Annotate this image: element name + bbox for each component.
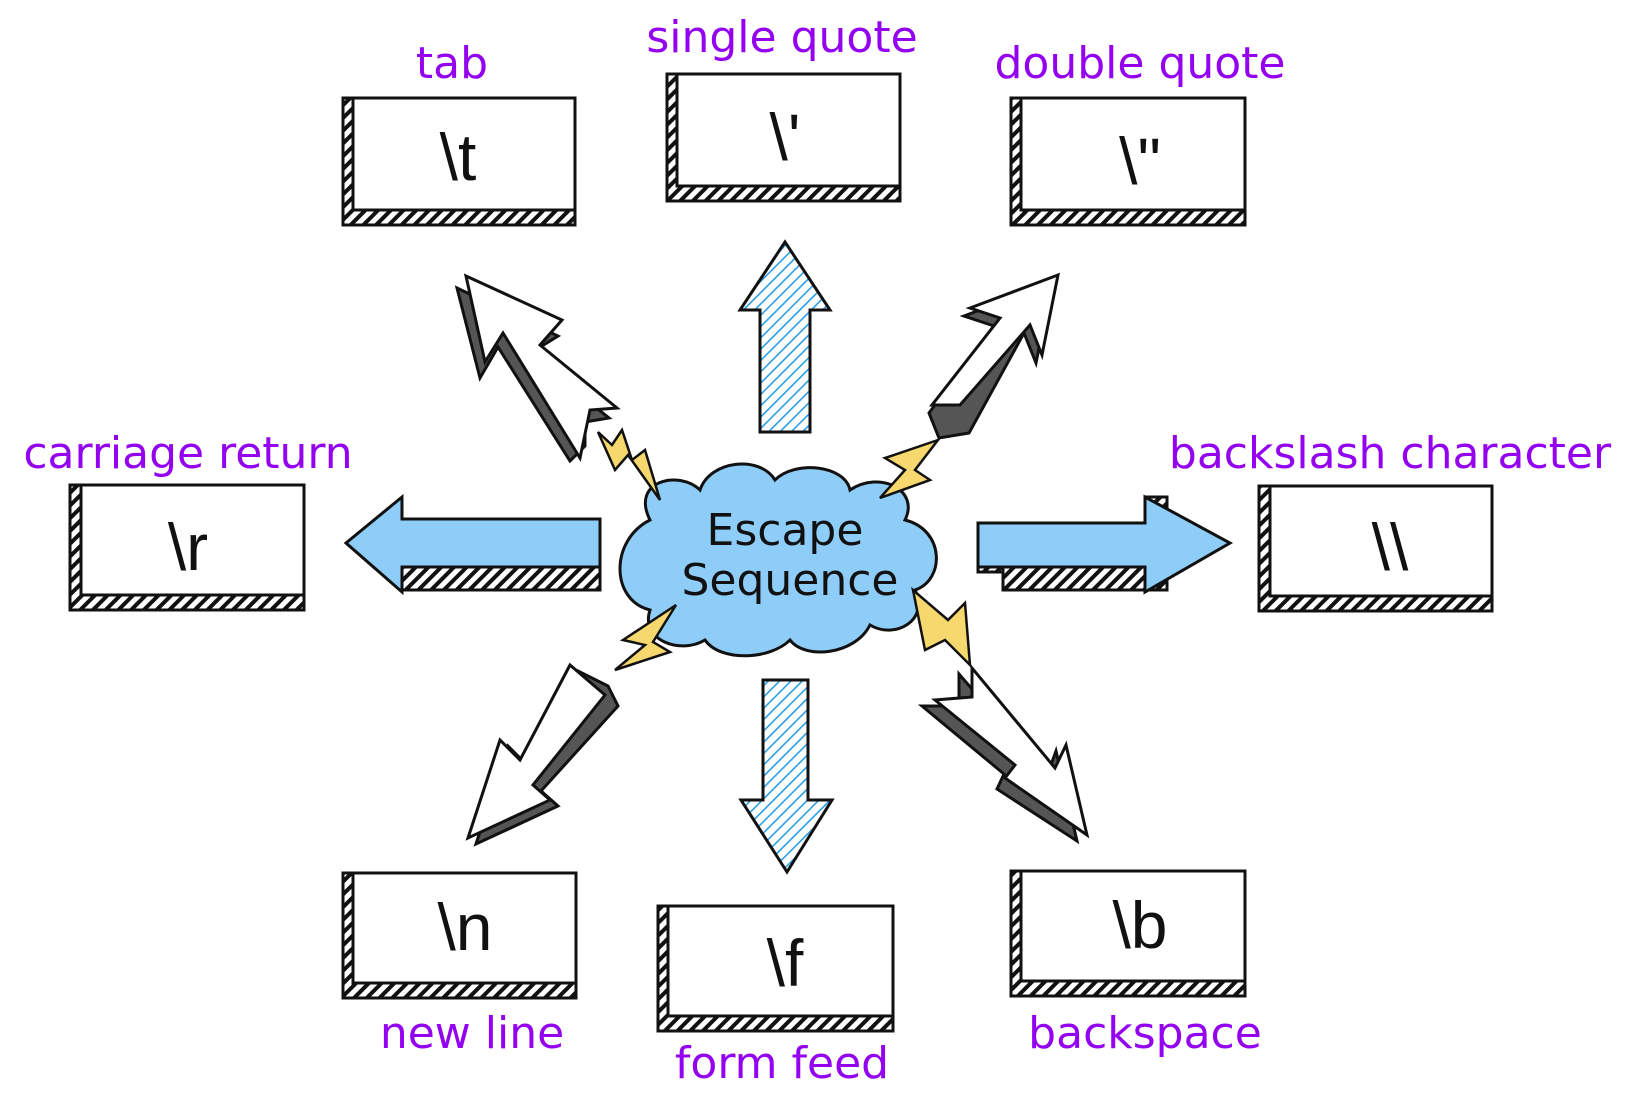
arrow-down-form-feed [738, 678, 835, 875]
node-box-new-line: \n [341, 871, 578, 1000]
code-form-feed: \f [767, 926, 804, 1000]
code-backslash: \\ [1372, 510, 1409, 584]
label-single-quote: single quote [646, 12, 918, 63]
label-carriage-return: carriage return [23, 428, 353, 479]
lightning-bolt-icon [879, 437, 942, 500]
label-backslash: backslash character [1168, 428, 1612, 479]
code-new-line: \n [437, 890, 492, 964]
label-new-line: new line [379, 1008, 565, 1059]
arrow-up-single-quote [737, 239, 833, 434]
node-box-form-feed: \f [656, 904, 895, 1033]
arrow-down-left-new-line [465, 662, 620, 847]
code-carriage-return: \r [168, 510, 208, 584]
arrow-down-right-backspace [917, 663, 1090, 845]
lightning-bolt-icon [911, 586, 972, 669]
node-box-backslash: \\ [1257, 484, 1494, 613]
arrow-left-carriage-return [343, 493, 602, 596]
node-box-carriage-return: \r [68, 483, 306, 612]
arrow-up-left-tab [454, 273, 621, 464]
code-backspace: \b [1112, 888, 1167, 962]
code-tab: \t [440, 120, 477, 194]
label-form-feed: form feed [674, 1038, 890, 1089]
center-title-line1: Escape [707, 505, 864, 556]
code-single-quote: \' [770, 100, 801, 174]
diagram-canvas: \t \' \" \r \\ \n \f \b Escape Sequence [68, 72, 1494, 1033]
node-box-double-quote: \" [1009, 96, 1247, 227]
node-box-single-quote: \' [665, 72, 902, 203]
arrow-right-backslash [976, 494, 1234, 595]
node-box-tab: \t [341, 96, 577, 227]
label-backspace: backspace [1028, 1008, 1262, 1059]
label-tab: tab [415, 38, 489, 89]
node-box-backspace: \b [1009, 869, 1247, 998]
center-title-line2: Sequence [681, 555, 898, 606]
code-double-quote: \" [1119, 124, 1161, 198]
arrow-up-right-double-quote [927, 272, 1061, 440]
label-double-quote: double quote [994, 38, 1286, 89]
